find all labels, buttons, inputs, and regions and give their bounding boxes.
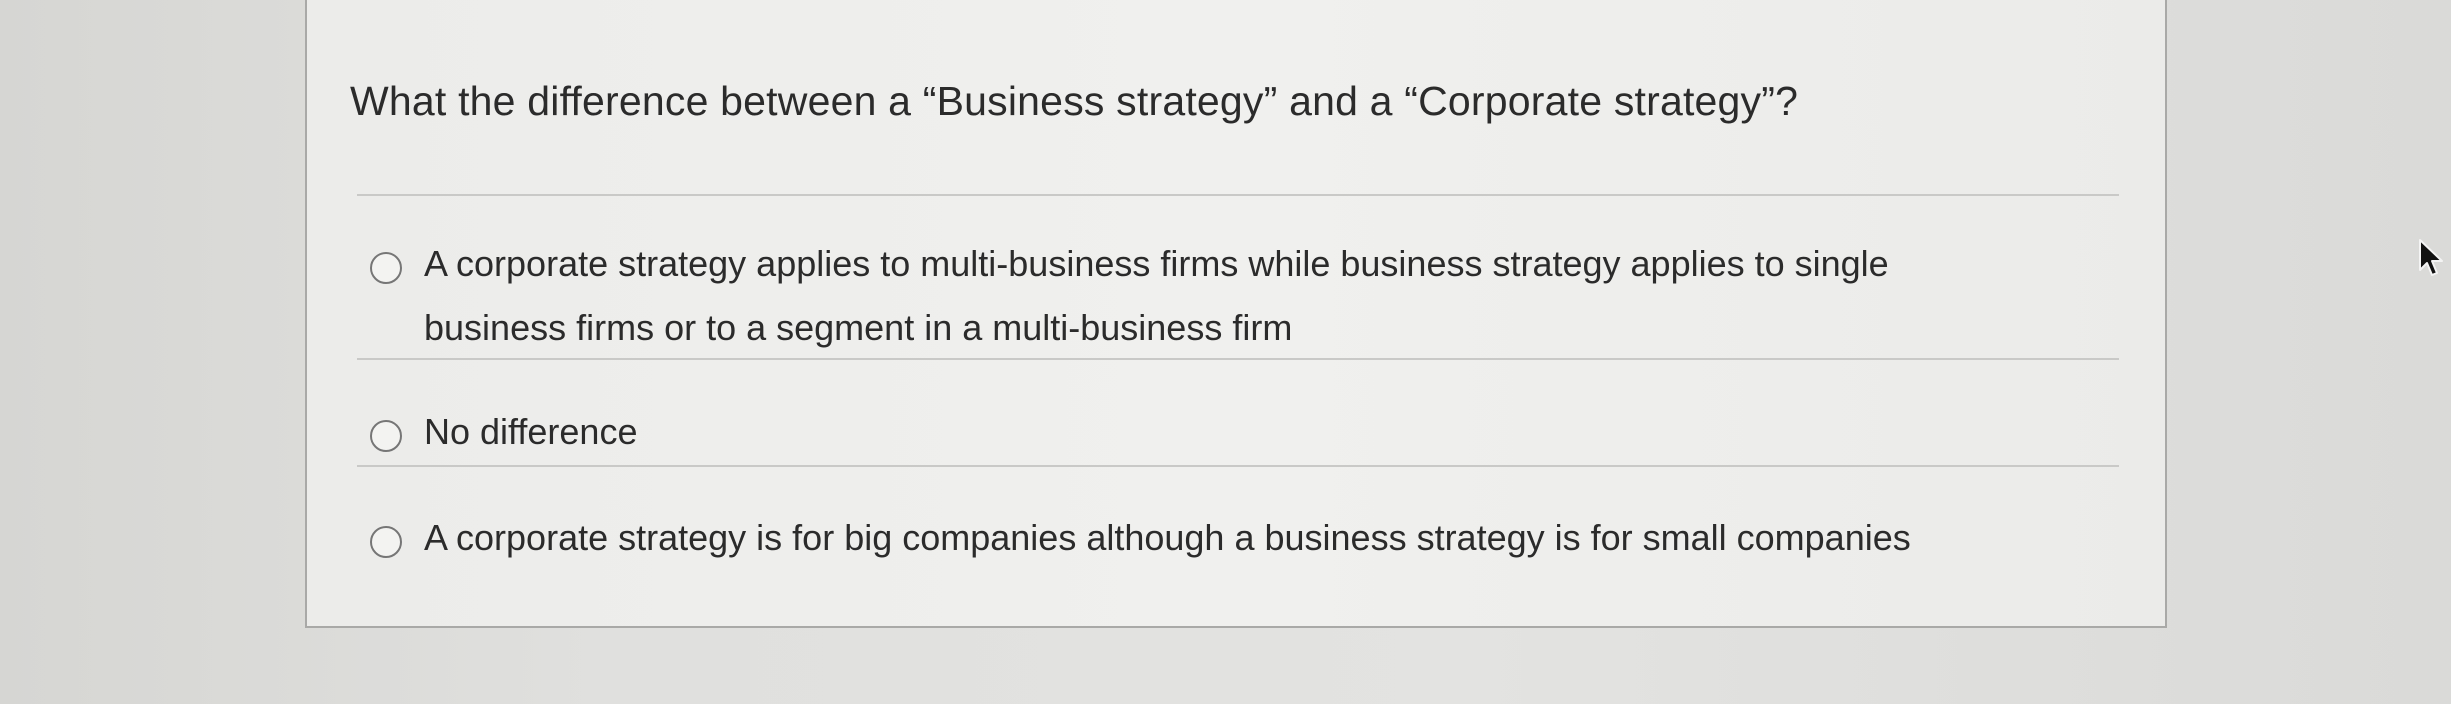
answer-option-2[interactable]: No difference	[370, 411, 2024, 464]
question-text: What the difference between a “Business …	[350, 78, 1799, 124]
answer-option-1[interactable]: A corporate strategy applies to multi-bu…	[370, 243, 2024, 360]
answer-option-1-label[interactable]: A corporate strategy applies to multi-bu…	[424, 232, 2024, 360]
answer-option-2-label[interactable]: No difference	[424, 400, 2024, 464]
radio-button-icon[interactable]	[370, 252, 402, 284]
question-divider	[357, 194, 2119, 196]
radio-button-icon[interactable]	[370, 526, 402, 558]
mouse-pointer-icon	[2419, 239, 2443, 276]
radio-button-icon[interactable]	[370, 420, 402, 452]
option-divider	[357, 465, 2119, 467]
answer-option-3-label[interactable]: A corporate strategy is for big companie…	[424, 506, 2024, 570]
screen-background: What the difference between a “Business …	[0, 0, 2451, 704]
answer-option-3[interactable]: A corporate strategy is for big companie…	[370, 517, 2024, 570]
option-divider	[357, 358, 2119, 360]
